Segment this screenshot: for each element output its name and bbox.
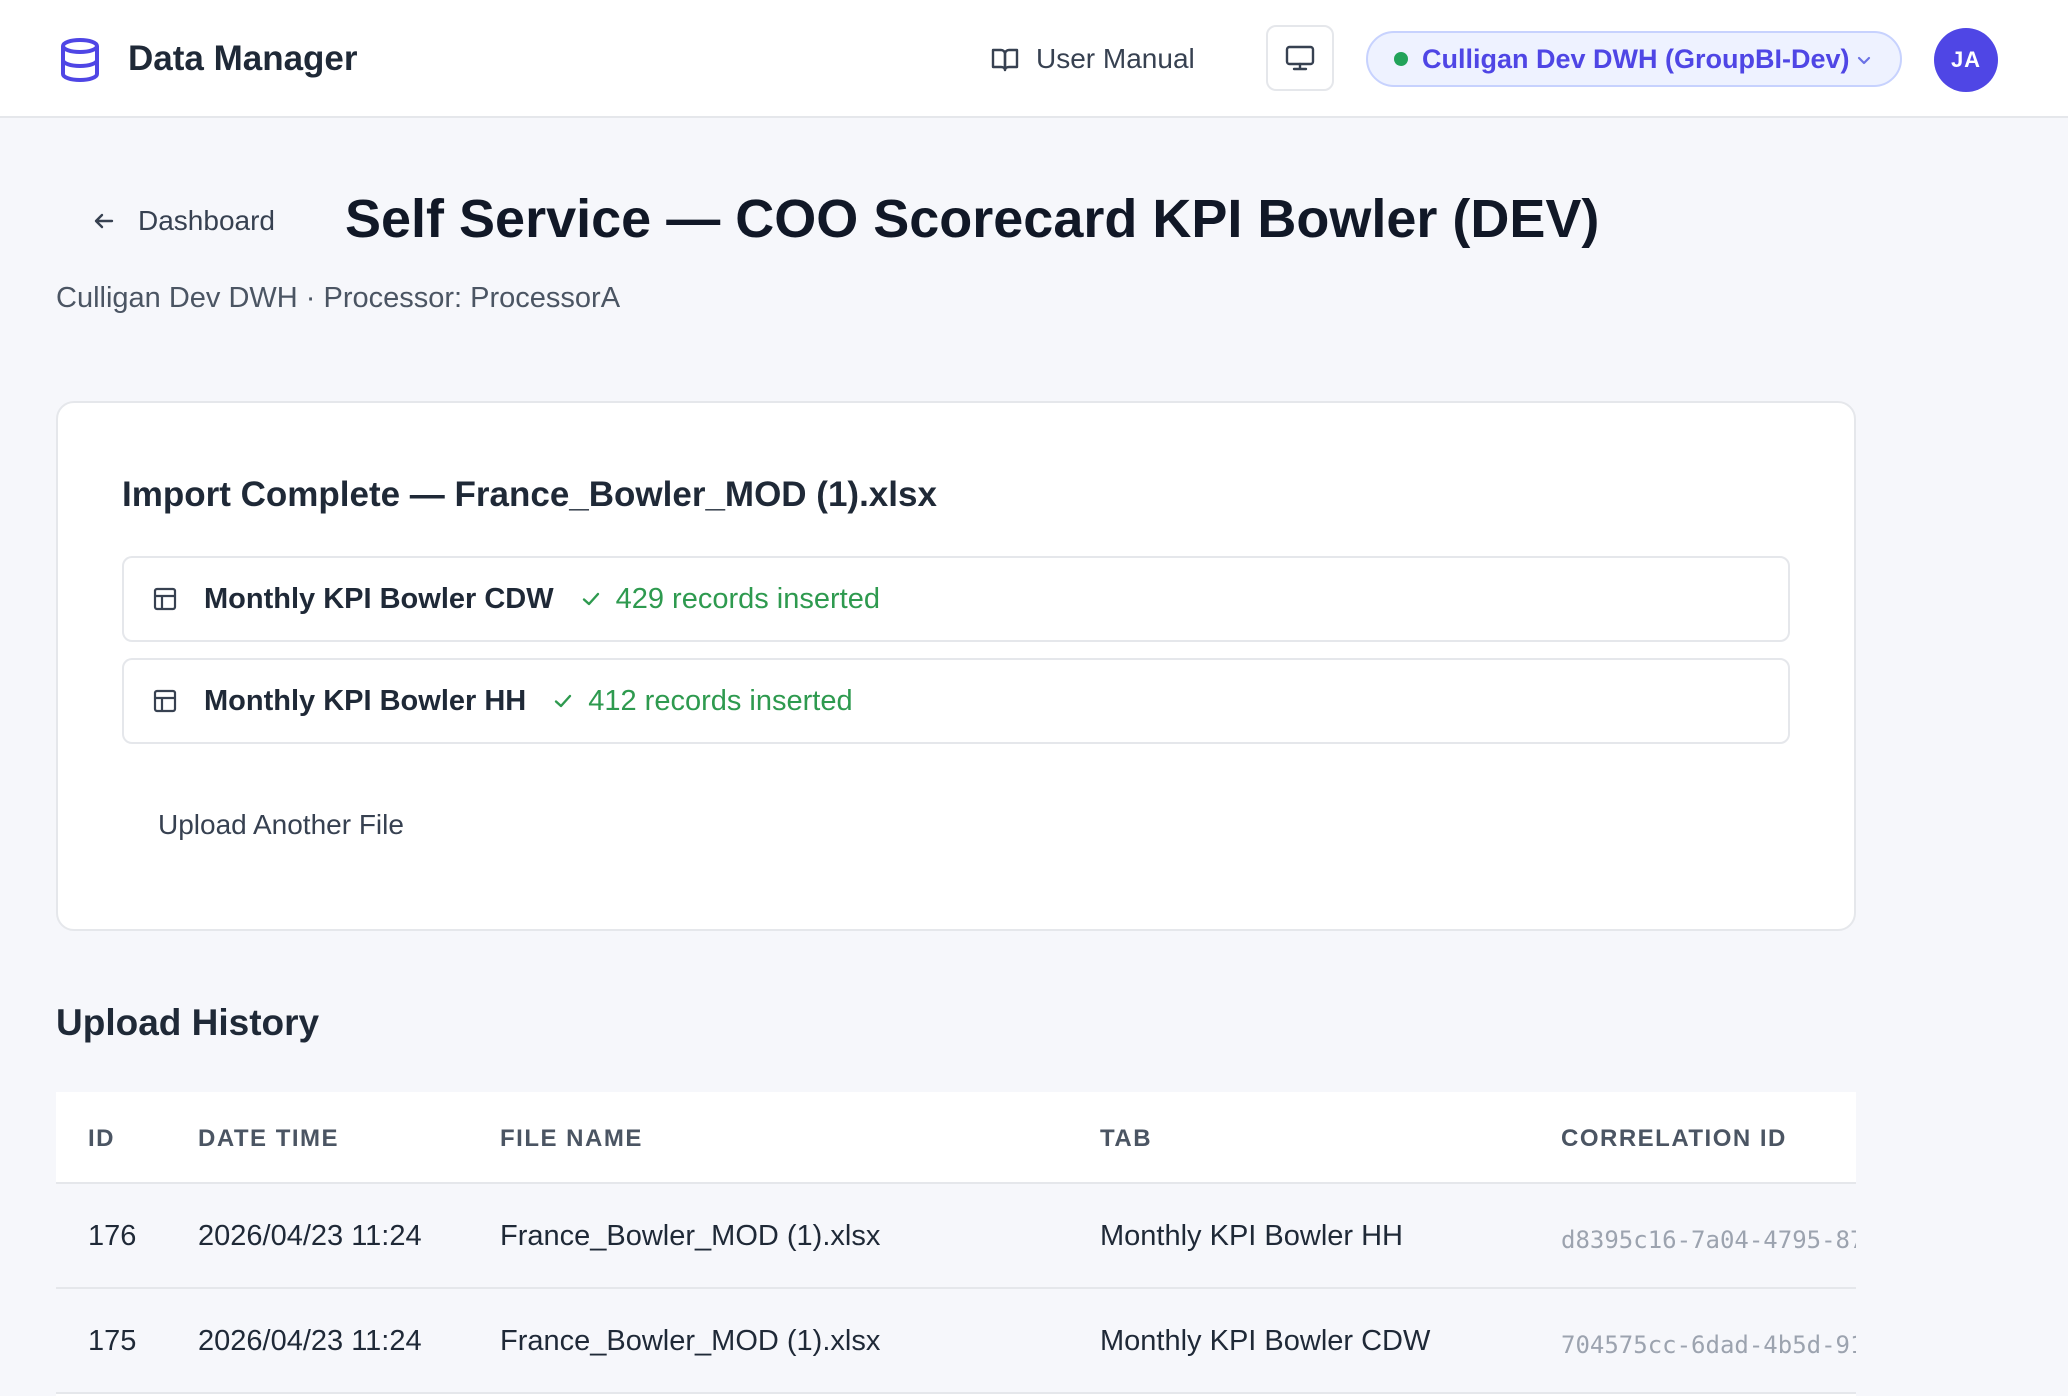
- import-result-card: Import Complete — France_Bowler_MOD (1).…: [56, 401, 1856, 931]
- table-row[interactable]: 176 2026/04/23 11:24 France_Bowler_MOD (…: [56, 1184, 1856, 1289]
- top-bar: Data Manager User Manual Culligan Dev DW…: [0, 0, 2068, 118]
- app-title: Data Manager: [128, 39, 358, 78]
- check-icon: [555, 694, 572, 708]
- database-icon: [61, 38, 99, 83]
- import-title: Import Complete — France_Bowler_MOD (1).…: [122, 475, 937, 514]
- display-toggle-button[interactable]: [1266, 25, 1334, 91]
- book-icon: [991, 48, 1019, 72]
- result-tab-name: Monthly KPI Bowler HH: [204, 684, 527, 717]
- cell-date-time: 2026/04/23 11:24: [198, 1325, 422, 1357]
- user-manual-link[interactable]: User Manual: [990, 38, 1195, 80]
- result-status-text: 412 records inserted: [588, 684, 853, 717]
- status-dot: [1394, 52, 1408, 66]
- back-to-dashboard-link[interactable]: Dashboard: [90, 200, 275, 242]
- page-title: Self Service — COO Scorecard KPI Bowler …: [345, 189, 1600, 249]
- page-subtitle: Culligan Dev DWH · Processor: ProcessorA: [56, 282, 621, 314]
- back-label: Dashboard: [138, 205, 275, 236]
- cell-id: 175: [88, 1325, 137, 1357]
- result-status-text: 429 records inserted: [615, 582, 880, 615]
- column-header-date-time[interactable]: DATE TIME: [198, 1124, 339, 1154]
- arrow-left-icon: [94, 213, 114, 229]
- cell-file-name: France_Bowler_MOD (1).xlsx: [500, 1325, 881, 1357]
- cell-correlation-id: 704575cc-6dad-4b5d-91: [1561, 1331, 1856, 1359]
- cell-correlation-id: d8395c16-7a04-4795-87: [1561, 1226, 1856, 1254]
- cell-id: 176: [88, 1220, 137, 1252]
- result-tab-name: Monthly KPI Bowler CDW: [204, 582, 554, 615]
- chevron-down-icon: [1857, 56, 1871, 65]
- monitor-icon: [1285, 45, 1315, 71]
- column-header-correlation-id[interactable]: CORRELATION ID: [1561, 1124, 1787, 1154]
- user-manual-label: User Manual: [1036, 43, 1195, 74]
- cell-file-name: France_Bowler_MOD (1).xlsx: [500, 1220, 881, 1252]
- column-header-file-name[interactable]: FILE NAME: [500, 1124, 643, 1154]
- cell-tab: Monthly KPI Bowler CDW: [1100, 1325, 1431, 1357]
- cell-date-time: 2026/04/23 11:24: [198, 1220, 422, 1252]
- import-result-row: Monthly KPI Bowler CDW 429 records inser…: [122, 556, 1790, 642]
- table-icon: [153, 587, 177, 611]
- column-header-id[interactable]: ID: [88, 1124, 115, 1154]
- import-result-row: Monthly KPI Bowler HH 412 records insert…: [122, 658, 1790, 744]
- cell-tab: Monthly KPI Bowler HH: [1100, 1220, 1403, 1252]
- table-row[interactable]: 175 2026/04/23 11:24 France_Bowler_MOD (…: [56, 1289, 1856, 1394]
- upload-history-table: ID DATE TIME FILE NAME TAB CORRELATION I…: [56, 1092, 1856, 1396]
- check-icon: [582, 592, 599, 606]
- environment-selector[interactable]: Culligan Dev DWH (GroupBI-Dev): [1366, 31, 1902, 87]
- avatar[interactable]: JA: [1934, 28, 1998, 92]
- table-icon: [153, 689, 177, 713]
- result-status: 412 records inserted: [552, 684, 853, 718]
- upload-history-title: Upload History: [56, 1002, 320, 1043]
- result-status: 429 records inserted: [580, 583, 880, 616]
- upload-another-file-button[interactable]: Upload Another File: [158, 807, 404, 843]
- table-header: ID DATE TIME FILE NAME TAB CORRELATION I…: [56, 1092, 1856, 1184]
- environment-label: Culligan Dev DWH (GroupBI-Dev): [1422, 43, 1850, 74]
- column-header-tab[interactable]: TAB: [1100, 1124, 1152, 1154]
